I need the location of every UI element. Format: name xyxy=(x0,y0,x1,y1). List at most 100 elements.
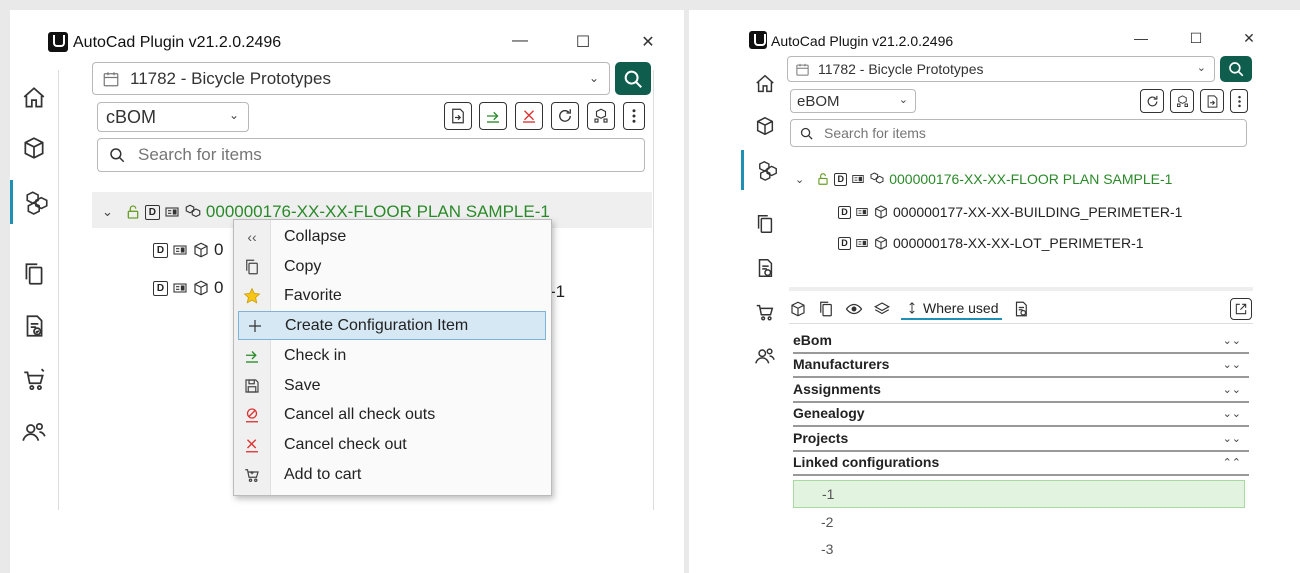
cancel-check-out-button[interactable] xyxy=(515,102,543,130)
chevron-down-icon: ⌄ xyxy=(898,94,908,106)
tree-child-row[interactable]: D 0 xyxy=(153,240,223,260)
linked-configuration-item[interactable]: -1 xyxy=(793,480,1245,508)
search-input[interactable] xyxy=(822,124,1226,142)
documents-icon[interactable] xyxy=(10,252,58,296)
section-linked-configurations[interactable]: Linked configurations ⌃⌃ xyxy=(793,450,1249,476)
minimize-button[interactable]: — xyxy=(510,32,530,50)
close-button[interactable]: ✕ xyxy=(638,32,658,52)
section-manufacturers[interactable]: Manufacturers ⌄⌄ xyxy=(793,352,1249,378)
documents-icon[interactable] xyxy=(741,204,789,244)
more-options-button[interactable] xyxy=(623,102,645,130)
report-check-icon[interactable] xyxy=(741,248,789,288)
tab-where-used[interactable]: Where used xyxy=(901,298,1003,320)
cancel-icon xyxy=(234,436,270,454)
cube-icon[interactable] xyxy=(741,106,789,146)
users-icon[interactable] xyxy=(741,336,789,376)
splitter[interactable] xyxy=(789,287,1253,291)
search-go-button[interactable] xyxy=(1220,56,1252,82)
chevron-down-icon: ⌄ xyxy=(588,71,599,85)
file-arrow-icon xyxy=(1207,94,1217,108)
popout-button[interactable] xyxy=(1230,298,1252,320)
menu-item-cancel-all-check-outs[interactable]: Cancel all check outs xyxy=(234,400,551,429)
tree-child-label: 000000177-XX-XX-BUILDING_PERIMETER-1 xyxy=(893,204,1183,220)
copy-icon xyxy=(234,258,270,276)
bom-select[interactable]: eBOM ⌄ xyxy=(790,89,916,113)
menu-item-create-configuration-item[interactable]: Create Configuration Item xyxy=(238,311,546,340)
linked-configuration-item[interactable]: -3 xyxy=(793,535,1245,563)
report-check-icon[interactable] xyxy=(1012,300,1030,318)
chevron-down-double-icon: ⌄⌄ xyxy=(1222,334,1241,347)
assembly-icon[interactable] xyxy=(10,180,61,224)
refresh-icon xyxy=(559,109,571,122)
section-ebom[interactable]: eBom ⌄⌄ xyxy=(793,328,1249,354)
window-title: AutoCad Plugin v21.2.0.2496 xyxy=(73,34,282,51)
tree-root-row[interactable]: ⌄ D 000000176-XX-XX-FLOOR PLAN SAMPLE-1 xyxy=(795,171,1172,187)
refresh-button[interactable] xyxy=(1140,89,1164,113)
cube-icon xyxy=(194,242,208,258)
project-select[interactable]: 11782 - Bicycle Prototypes ⌄ xyxy=(787,56,1215,82)
cube-icon[interactable] xyxy=(10,126,58,170)
tree-child-row[interactable]: D 0 xyxy=(153,278,223,298)
menu-item-cancel-check-out[interactable]: Cancel check out xyxy=(234,430,551,459)
structure-icon xyxy=(594,108,608,123)
search-icon xyxy=(110,148,125,163)
home-icon[interactable] xyxy=(10,76,58,120)
document-d-icon: D xyxy=(838,205,851,219)
menu-item-save[interactable]: Save xyxy=(234,371,551,400)
search-input[interactable] xyxy=(136,144,620,166)
chevron-up-double-icon: ⌃⌃ xyxy=(1222,456,1241,469)
eye-icon[interactable] xyxy=(845,300,863,318)
open-file-button[interactable] xyxy=(1200,89,1224,113)
minimize-button[interactable]: — xyxy=(1131,30,1151,46)
close-button[interactable]: ✕ xyxy=(1239,30,1259,47)
nav-rail xyxy=(10,70,59,510)
check-in-icon xyxy=(234,347,270,365)
layers-icon[interactable] xyxy=(873,300,891,318)
right-plugin-window: AutoCad Plugin v21.2.0.2496 — ☐ ✕ 11782 … xyxy=(689,10,1300,573)
users-icon[interactable] xyxy=(10,410,58,454)
search-field[interactable] xyxy=(97,138,645,172)
context-menu: ‹‹ Collapse Copy Favorite Create Configu… xyxy=(233,219,552,496)
cart-icon[interactable] xyxy=(741,292,789,332)
check-in-icon xyxy=(487,111,499,123)
tree-child-label: 000000178-XX-XX-LOT_PERIMETER-1 xyxy=(893,235,1144,251)
home-icon[interactable] xyxy=(741,64,789,104)
bom-select[interactable]: cBOM ⌄ xyxy=(97,102,249,132)
search-go-button[interactable] xyxy=(615,62,651,95)
cart-icon[interactable] xyxy=(10,358,58,402)
menu-item-add-to-cart[interactable]: Add to cart xyxy=(234,460,551,489)
structure-button[interactable] xyxy=(587,102,615,130)
section-genealogy[interactable]: Genealogy ⌄⌄ xyxy=(793,401,1249,427)
document-d-icon: D xyxy=(153,280,168,296)
assembly-icon[interactable] xyxy=(741,150,792,190)
cube-icon[interactable] xyxy=(789,300,807,318)
chevron-down-icon[interactable]: ⌄ xyxy=(795,173,804,186)
id-card-icon xyxy=(856,208,868,216)
menu-item-collapse[interactable]: ‹‹ Collapse xyxy=(234,222,551,251)
more-options-button[interactable] xyxy=(1230,89,1248,113)
tree-child-row[interactable]: D 000000177-XX-XX-BUILDING_PERIMETER-1 xyxy=(838,204,1182,220)
menu-item-check-in[interactable]: Check in xyxy=(234,341,551,370)
check-in-button[interactable] xyxy=(479,102,507,130)
structure-icon xyxy=(1176,94,1188,107)
tree-child-row[interactable]: D 000000178-XX-XX-LOT_PERIMETER-1 xyxy=(838,235,1144,251)
report-check-icon[interactable] xyxy=(10,304,58,348)
chevron-down-icon[interactable]: ⌄ xyxy=(102,204,113,220)
document-d-icon: D xyxy=(153,242,168,258)
maximize-button[interactable]: ☐ xyxy=(1186,30,1206,47)
maximize-button[interactable]: ☐ xyxy=(573,32,593,52)
search-field[interactable] xyxy=(790,119,1247,147)
project-select[interactable]: 11782 - Bicycle Prototypes ⌄ xyxy=(92,62,610,95)
open-file-button[interactable] xyxy=(444,102,472,130)
bom-select-value: eBOM xyxy=(797,92,840,110)
cart-icon xyxy=(234,466,270,484)
calendar-icon xyxy=(103,71,119,86)
refresh-button[interactable] xyxy=(551,102,579,130)
section-projects[interactable]: Projects ⌄⌄ xyxy=(793,426,1249,452)
menu-item-favorite[interactable]: Favorite xyxy=(234,281,551,310)
structure-button[interactable] xyxy=(1170,89,1194,113)
documents-icon[interactable] xyxy=(817,300,835,318)
linked-configuration-item[interactable]: -2 xyxy=(793,508,1245,536)
section-assignments[interactable]: Assignments ⌄⌄ xyxy=(793,377,1249,403)
menu-item-copy[interactable]: Copy xyxy=(234,252,551,281)
